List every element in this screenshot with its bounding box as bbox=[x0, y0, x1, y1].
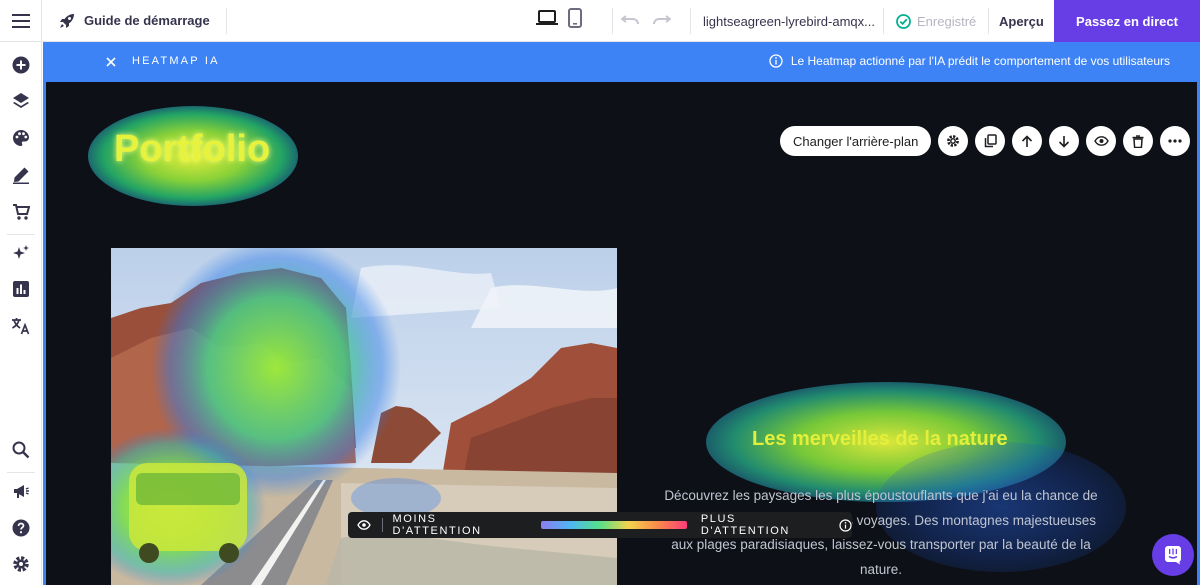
sidebar bbox=[0, 42, 42, 585]
history-controls bbox=[612, 8, 672, 34]
close-icon bbox=[106, 57, 116, 67]
visibility-button[interactable] bbox=[1086, 126, 1117, 156]
save-status: Enregistré bbox=[896, 8, 990, 34]
heatmap-legend: MOINS D'ATTENTION PLUS D'ATTENTION bbox=[348, 512, 852, 538]
top-bar: Guide de démarrage lightseagreen-lyrebir… bbox=[0, 0, 1200, 42]
legend-more-label: PLUS D'ATTENTION bbox=[700, 513, 790, 537]
info-icon bbox=[839, 518, 852, 532]
sidebar-item-marketing[interactable] bbox=[9, 479, 33, 503]
check-circle-icon bbox=[896, 13, 911, 29]
search-icon bbox=[12, 441, 30, 459]
getting-started-button[interactable]: Guide de démarrage bbox=[42, 7, 227, 34]
sidebar-item-ai-tools[interactable] bbox=[9, 241, 33, 265]
redo-button[interactable] bbox=[653, 12, 672, 30]
getting-started-label: Guide de démarrage bbox=[84, 13, 210, 28]
heatmap-info: Le Heatmap actionné par l'IA prédit le c… bbox=[769, 54, 1170, 68]
gear-icon bbox=[947, 135, 960, 147]
desktop-view-button[interactable] bbox=[536, 10, 558, 31]
sidebar-divider bbox=[7, 472, 35, 473]
menu-button[interactable] bbox=[0, 0, 42, 42]
move-down-button[interactable] bbox=[1049, 126, 1080, 156]
device-switcher bbox=[536, 8, 582, 33]
help-icon bbox=[12, 519, 30, 537]
heatmap-title: HEATMAP IA bbox=[132, 55, 220, 67]
site-url[interactable]: lightseagreen-lyrebird-amqx... bbox=[690, 8, 884, 34]
rocket-icon bbox=[60, 13, 74, 28]
arrow-up-icon bbox=[1022, 134, 1033, 147]
sidebar-item-blog[interactable] bbox=[9, 163, 33, 187]
heatmap-banner: HEATMAP IA Le Heatmap actionné par l'IA … bbox=[43, 42, 1200, 82]
toggle-heatmap-button[interactable] bbox=[356, 517, 372, 533]
close-heatmap-button[interactable] bbox=[103, 54, 119, 70]
redo-icon bbox=[653, 15, 672, 25]
sidebar-item-settings[interactable] bbox=[9, 552, 33, 576]
undo-button[interactable] bbox=[620, 12, 639, 30]
megaphone-icon bbox=[14, 485, 29, 498]
add-icon bbox=[12, 56, 30, 74]
legend-less-label: MOINS D'ATTENTION bbox=[392, 513, 482, 537]
info-icon bbox=[769, 54, 783, 68]
more-icon bbox=[1168, 139, 1182, 143]
palette-icon bbox=[13, 130, 29, 146]
more-options-button[interactable] bbox=[1160, 126, 1191, 156]
translate-icon bbox=[12, 318, 30, 335]
legend-info-button[interactable] bbox=[838, 518, 852, 532]
sidebar-item-search[interactable] bbox=[9, 438, 33, 462]
sidebar-item-add[interactable] bbox=[9, 53, 33, 77]
settings-icon bbox=[13, 556, 29, 572]
legend-gradient bbox=[540, 521, 687, 529]
sidebar-item-translate[interactable] bbox=[9, 314, 33, 338]
sidebar-item-analytics[interactable] bbox=[9, 277, 33, 301]
element-toolbar: Changer l'arrière-plan bbox=[780, 126, 1191, 156]
hamburger-icon bbox=[11, 13, 30, 28]
duplicate-button[interactable] bbox=[975, 126, 1006, 156]
cart-icon bbox=[13, 204, 30, 220]
arrow-down-icon bbox=[1059, 135, 1070, 148]
chat-icon bbox=[1165, 546, 1181, 565]
sidebar-item-store[interactable] bbox=[9, 200, 33, 224]
laptop-icon bbox=[536, 10, 558, 25]
sidebar-divider bbox=[7, 234, 35, 235]
preview-button[interactable]: Aperçu bbox=[999, 8, 1044, 34]
eye-icon bbox=[357, 520, 371, 530]
sidebar-item-help[interactable] bbox=[9, 516, 33, 540]
publish-button[interactable]: Passez en direct bbox=[1054, 0, 1200, 42]
edit-icon bbox=[13, 167, 29, 184]
sidebar-item-design[interactable] bbox=[9, 126, 33, 150]
ai-sparkle-icon bbox=[13, 245, 29, 259]
eye-icon bbox=[1094, 136, 1109, 146]
website-canvas: Portfolio Changer l'arrière-plan Les mer… bbox=[43, 82, 1200, 585]
trash-icon bbox=[1132, 134, 1144, 148]
settings-button[interactable] bbox=[938, 126, 969, 156]
sidebar-item-layers[interactable] bbox=[9, 89, 33, 113]
site-title[interactable]: Portfolio bbox=[114, 128, 270, 171]
mobile-view-button[interactable] bbox=[568, 8, 582, 33]
section-title[interactable]: Les merveilles de la nature bbox=[752, 428, 1008, 451]
heatmap-info-text: Le Heatmap actionné par l'IA prédit le c… bbox=[790, 54, 1170, 68]
phone-icon bbox=[568, 8, 582, 28]
undo-icon bbox=[620, 15, 639, 25]
save-status-label: Enregistré bbox=[917, 13, 977, 29]
change-background-button[interactable]: Changer l'arrière-plan bbox=[780, 126, 932, 156]
chat-support-button[interactable] bbox=[1152, 534, 1194, 576]
analytics-icon bbox=[13, 281, 29, 297]
legend-separator bbox=[381, 518, 383, 532]
layers-icon bbox=[13, 93, 29, 108]
copy-icon bbox=[984, 134, 997, 148]
move-up-button[interactable] bbox=[1012, 126, 1043, 156]
delete-button[interactable] bbox=[1123, 126, 1154, 156]
